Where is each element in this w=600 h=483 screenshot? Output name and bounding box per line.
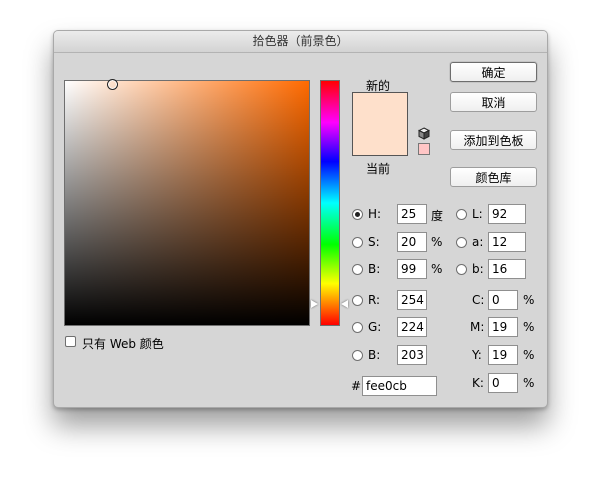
hsb-b-field[interactable]: 99 xyxy=(397,259,427,279)
cmyk-k-field[interactable]: 0 xyxy=(488,373,518,393)
hsb-h-field[interactable]: 25 xyxy=(397,204,427,224)
dialog-title: 拾色器（前景色） xyxy=(54,31,547,53)
cmyk-y-label: Y: xyxy=(472,348,482,362)
lab-b-label: b: xyxy=(472,262,484,276)
hsb-b-unit: % xyxy=(431,262,443,276)
hsb-s-radio[interactable] xyxy=(352,237,363,248)
cancel-button[interactable]: 取消 xyxy=(450,92,537,112)
hsb-h-label: H: xyxy=(368,207,382,221)
rgb-r-radio[interactable] xyxy=(352,295,363,306)
hue-slider-left-triangle-icon[interactable] xyxy=(311,300,318,308)
rgb-b-field[interactable]: 203 xyxy=(397,345,427,365)
lab-l-field[interactable]: 92 xyxy=(488,204,526,224)
lab-l-label: L: xyxy=(472,207,483,221)
cmyk-m-label: M: xyxy=(470,320,485,334)
cmyk-y-field[interactable]: 19 xyxy=(488,345,518,365)
current-color-label: 当前 xyxy=(366,162,391,176)
lab-a-field[interactable]: 12 xyxy=(488,232,526,252)
hex-field[interactable]: fee0cb xyxy=(362,376,437,396)
cmyk-c-unit: % xyxy=(523,293,535,307)
color-picker-dialog: 拾色器（前景色） 新的 当前 确定 取消 添加到色板 颜色库 H: 25 度 S… xyxy=(53,30,548,408)
hue-slider[interactable] xyxy=(320,80,340,326)
hsb-b-radio[interactable] xyxy=(352,264,363,275)
rgb-g-label: G: xyxy=(368,320,382,334)
lab-b-radio[interactable] xyxy=(456,264,467,275)
cmyk-k-label: K: xyxy=(472,376,484,390)
cmyk-k-unit: % xyxy=(523,376,535,390)
hsb-b-label: B: xyxy=(368,262,381,276)
rgb-b-label: B: xyxy=(368,348,381,362)
hsb-h-radio[interactable] xyxy=(352,209,363,220)
lab-a-radio[interactable] xyxy=(456,237,467,248)
cmyk-c-label: C: xyxy=(472,293,485,307)
rgb-b-radio[interactable] xyxy=(352,350,363,361)
lab-b-field[interactable]: 16 xyxy=(488,259,526,279)
web-colors-only-checkbox[interactable] xyxy=(65,336,76,347)
color-field[interactable] xyxy=(64,79,310,326)
lab-l-radio[interactable] xyxy=(456,209,467,220)
lab-a-label: a: xyxy=(472,235,484,249)
hsb-s-field[interactable]: 20 xyxy=(397,232,427,252)
color-field-marker[interactable] xyxy=(107,79,118,90)
web-colors-only-label: 只有 Web 颜色 xyxy=(82,337,164,351)
cube-icon[interactable] xyxy=(418,127,430,140)
cmyk-m-field[interactable]: 19 xyxy=(488,317,518,337)
current-color-swatch[interactable] xyxy=(352,123,408,156)
hsb-s-label: S: xyxy=(368,235,380,249)
rgb-r-field[interactable]: 254 xyxy=(397,290,427,310)
hsb-s-unit: % xyxy=(431,235,443,249)
hex-label: # xyxy=(351,379,362,393)
rgb-g-radio[interactable] xyxy=(352,322,363,333)
hue-slider-right-triangle-icon[interactable] xyxy=(341,300,348,308)
add-to-swatches-button[interactable]: 添加到色板 xyxy=(450,130,537,150)
cmyk-c-field[interactable]: 0 xyxy=(488,290,518,310)
cmyk-y-unit: % xyxy=(523,348,535,362)
hsb-h-unit: 度 xyxy=(431,209,444,223)
rgb-g-field[interactable]: 224 xyxy=(397,317,427,337)
rgb-r-label: R: xyxy=(368,293,381,307)
color-libraries-button[interactable]: 颜色库 xyxy=(450,167,537,187)
new-color-swatch xyxy=(352,92,408,124)
ok-button[interactable]: 确定 xyxy=(450,62,537,82)
cmyk-m-unit: % xyxy=(523,320,535,334)
web-safe-color-swatch[interactable] xyxy=(418,143,430,155)
